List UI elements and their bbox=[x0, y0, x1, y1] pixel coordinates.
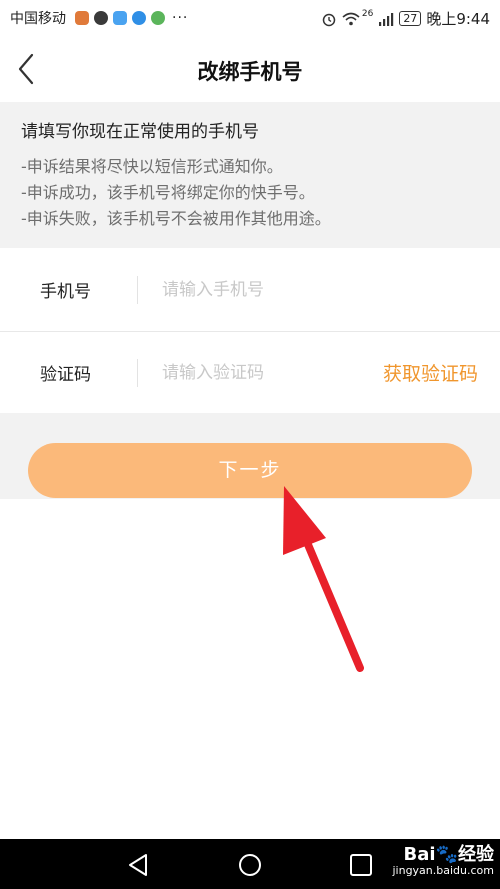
network-type-label: 26 bbox=[361, 8, 374, 19]
notification-app-icon bbox=[75, 11, 89, 25]
battery-icon: 27 bbox=[399, 11, 422, 26]
notice-line: -申诉结果将尽快以短信形式通知你。 bbox=[21, 157, 283, 176]
back-nav-icon[interactable] bbox=[126, 852, 152, 878]
notice-line: -申诉失败，该手机号不会被用作其他用途。 bbox=[21, 209, 331, 228]
phone-input[interactable] bbox=[160, 271, 364, 309]
status-bar: 中国移动 ··· 26 27 晚上9:44 bbox=[0, 0, 500, 36]
watermark-logo: Bai🐾经验 bbox=[403, 844, 494, 865]
phone-screen: 中国移动 ··· 26 27 晚上9:44 改绑手机号 请填写你现在正常使用的手… bbox=[0, 0, 500, 889]
code-label: 验证码 bbox=[40, 365, 91, 385]
divider bbox=[137, 276, 138, 304]
watermark: Bai🐾经验 jingyan.baidu.com bbox=[392, 845, 494, 877]
notice-line: -申诉成功，该手机号将绑定你的快手号。 bbox=[21, 183, 315, 202]
system-nav-bar: Bai🐾经验 jingyan.baidu.com bbox=[0, 839, 500, 889]
signal-icon bbox=[379, 12, 394, 26]
notification-app-icon bbox=[132, 11, 146, 25]
next-step-button[interactable]: 下一步 bbox=[28, 443, 472, 498]
more-notifications-icon: ··· bbox=[172, 10, 189, 26]
code-input[interactable] bbox=[160, 354, 364, 392]
notice-title: 请填写你现在正常使用的手机号 bbox=[21, 122, 259, 142]
code-row: 验证码 获取验证码 bbox=[0, 332, 500, 414]
page-header: 改绑手机号 bbox=[0, 36, 500, 102]
notification-app-icon bbox=[113, 11, 127, 25]
message-icon bbox=[94, 11, 108, 25]
page-title: 改绑手机号 bbox=[197, 60, 303, 84]
watermark-site: jingyan.baidu.com bbox=[392, 863, 494, 877]
wifi-icon bbox=[342, 12, 360, 25]
notification-app-icon bbox=[151, 11, 165, 25]
home-nav-icon[interactable] bbox=[237, 852, 263, 878]
status-left: 中国移动 ··· bbox=[10, 8, 188, 28]
notice-panel: 请填写你现在正常使用的手机号 -申诉结果将尽快以短信形式通知你。 -申诉成功，该… bbox=[0, 102, 500, 248]
phone-row: 手机号 bbox=[0, 249, 500, 331]
get-code-button[interactable]: 获取验证码 bbox=[383, 359, 478, 386]
recents-nav-icon[interactable] bbox=[348, 852, 374, 878]
phone-label: 手机号 bbox=[40, 282, 91, 302]
divider bbox=[137, 359, 138, 387]
status-right: 26 27 晚上9:44 bbox=[316, 8, 490, 29]
carrier-name: 中国移动 bbox=[10, 11, 66, 27]
alarm-icon bbox=[322, 13, 336, 26]
clock: 晚上9:44 bbox=[426, 10, 490, 28]
